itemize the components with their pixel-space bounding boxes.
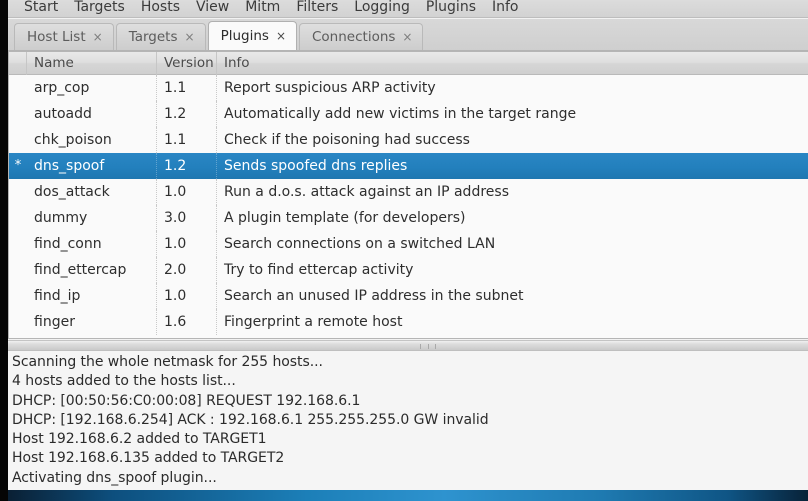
cell-plugin-version: 2.0 — [157, 257, 217, 283]
menu-item-hosts[interactable]: Hosts — [133, 0, 188, 17]
cell-plugin-version: 1.0 — [157, 283, 217, 309]
cell-plugin-info: Fingerprint a remote host — [224, 314, 403, 330]
log-line: Activating dns_spoof plugin... — [12, 469, 217, 486]
table-row[interactable]: dos_attack 1.0 Run a d.o.s. attack against… — [9, 179, 808, 205]
menu-item-info[interactable]: Info — [484, 0, 527, 17]
desktop-taskbar — [0, 490, 808, 501]
cell-active-marker — [9, 127, 27, 153]
tab-connections[interactable]: Connections × — [299, 23, 424, 50]
table-row[interactable]: autoadd 1.2 Automatically add new victims … — [9, 101, 808, 127]
cell-plugin-name: dns_spoof — [27, 153, 157, 179]
cell-plugin-version: 1.1 — [157, 75, 217, 101]
log-line: Scanning the whole netmask for 255 hosts… — [12, 354, 323, 370]
log-line: DHCP: [00:50:56:C0:00:08] REQUEST 192.16… — [12, 392, 361, 409]
log-line: DHCP: [192.168.6.254] ACK : 192.168.6.1 … — [12, 411, 489, 428]
cell-plugin-name: arp_cop — [27, 75, 157, 101]
plugins-table-panel: Name Version Info arp_cop 1.1 Report suspi… — [8, 51, 808, 339]
column-header-info[interactable]: Info — [217, 52, 808, 75]
menu-bar: Start Targets Hosts View Mitm Filters Lo… — [0, 0, 808, 18]
cell-plugin-info: Search an unused IP address in the subne… — [224, 288, 524, 304]
tab-plugins[interactable]: Plugins × — [207, 21, 297, 50]
column-header-version[interactable]: Version — [157, 52, 217, 75]
table-row[interactable]: chk_poison 1.1 Check if the poisoning had … — [9, 127, 808, 153]
cell-plugin-info: A plugin template (for developers) — [224, 210, 466, 226]
cell-plugin-name: find_ettercap — [27, 257, 157, 283]
log-line: 4 hosts added to the hosts list... — [12, 373, 236, 390]
cell-plugin-info: Check if the poisoning had success — [224, 132, 470, 148]
cell-active-marker — [9, 179, 27, 205]
tab-host-list-label: Host List — [27, 29, 86, 45]
close-icon[interactable]: × — [276, 30, 286, 42]
splitter-grip-icon — [420, 344, 436, 349]
ettercap-window: Start Targets Hosts View Mitm Filters Lo… — [0, 0, 808, 501]
table-header-row: Name Version Info — [9, 52, 808, 75]
tab-plugins-label: Plugins — [220, 28, 269, 44]
cell-active-marker — [9, 205, 27, 231]
column-header-name[interactable]: Name — [27, 52, 157, 75]
plugins-table-body: arp_cop 1.1 Report suspicious ARP activity… — [9, 75, 808, 335]
table-row[interactable]: arp_cop 1.1 Report suspicious ARP activity — [9, 75, 808, 101]
column-header-marker[interactable] — [9, 52, 27, 75]
menu-item-logging[interactable]: Logging — [346, 0, 418, 17]
cell-plugin-info: Run a d.o.s. attack against an IP addres… — [224, 184, 509, 200]
tab-connections-label: Connections — [312, 29, 396, 45]
table-row[interactable]: find_conn 1.0 Search connections on a swit… — [9, 231, 808, 257]
menu-item-filters[interactable]: Filters — [288, 0, 346, 17]
cell-plugin-name: chk_poison — [27, 127, 157, 153]
cell-plugin-name: find_ip — [27, 283, 157, 309]
tab-host-list[interactable]: Host List × — [14, 23, 114, 50]
menu-item-plugins[interactable]: Plugins — [418, 0, 484, 17]
menu-item-view[interactable]: View — [188, 0, 237, 17]
cell-plugin-version: 1.2 — [157, 101, 217, 127]
table-row[interactable]: dummy 3.0 A plugin template (for developer… — [9, 205, 808, 231]
cell-plugin-version: 1.0 — [157, 231, 217, 257]
tab-targets-label: Targets — [128, 29, 178, 45]
cell-active-marker — [9, 231, 27, 257]
cell-plugin-info: Sends spoofed dns replies — [224, 158, 408, 174]
close-icon[interactable]: × — [402, 31, 412, 43]
cell-plugin-info: Search connections on a switched LAN — [224, 236, 496, 252]
cell-plugin-info: Automatically add new victims in the tar… — [224, 106, 577, 122]
close-icon[interactable]: × — [93, 31, 103, 43]
log-line: Host 192.168.6.135 added to TARGET2 — [12, 450, 285, 467]
cell-plugin-info: Report suspicious ARP activity — [224, 80, 436, 96]
cell-plugin-version: 3.0 — [157, 205, 217, 231]
log-output-panel[interactable]: Scanning the whole netmask for 255 hosts… — [8, 351, 808, 490]
cell-plugin-name: dummy — [27, 205, 157, 231]
menu-item-targets[interactable]: Targets — [66, 0, 133, 17]
cell-plugin-version: 1.1 — [157, 127, 217, 153]
cell-plugin-info: Try to find ettercap activity — [224, 262, 414, 278]
cell-plugin-version: 1.6 — [157, 309, 217, 335]
table-row[interactable]: find_ettercap 2.0 Try to find ettercap act… — [9, 257, 808, 283]
log-line: Host 192.168.6.2 added to TARGET1 — [12, 431, 267, 448]
cell-plugin-version: 1.0 — [157, 179, 217, 205]
cell-active-marker — [9, 75, 27, 101]
cell-active-marker: * — [14, 158, 22, 173]
cell-active-marker — [9, 309, 27, 335]
tab-bar: Host List × Targets × Plugins × Connecti… — [0, 19, 808, 51]
cell-active-marker — [9, 283, 27, 309]
window-left-edge — [0, 0, 8, 501]
table-row[interactable]: find_ip 1.0 Search an unused IP address in… — [9, 283, 808, 309]
table-row[interactable]: finger 1.6 Fingerprint a remote host — [9, 309, 808, 335]
cell-plugin-name: find_conn — [27, 231, 157, 257]
cell-plugin-version: 1.2 — [157, 153, 217, 179]
tab-targets[interactable]: Targets × — [115, 23, 206, 50]
panel-splitter[interactable] — [8, 340, 808, 351]
menu-item-start[interactable]: Start — [16, 0, 66, 17]
cell-plugin-name: finger — [27, 309, 157, 335]
cell-active-marker — [9, 257, 27, 283]
table-row[interactable]: * dns_spoof 1.2 Sends spoofed dns replies — [9, 153, 808, 179]
cell-plugin-name: autoadd — [27, 101, 157, 127]
cell-plugin-name: dos_attack — [27, 179, 157, 205]
close-icon[interactable]: × — [185, 31, 195, 43]
cell-active-marker — [9, 101, 27, 127]
menu-item-mitm[interactable]: Mitm — [237, 0, 288, 17]
